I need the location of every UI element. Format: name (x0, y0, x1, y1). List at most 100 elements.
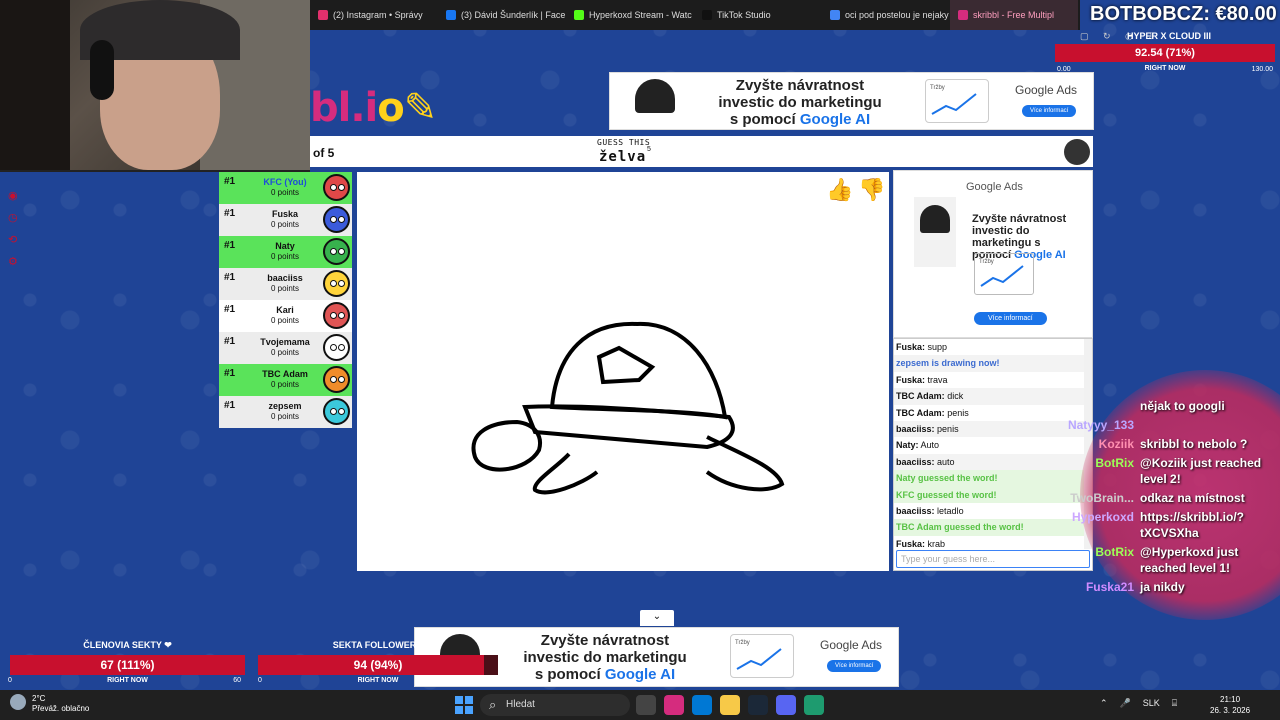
hyperx-goal: 92.54 (71%) 0.00 130.00 RIGHT NOW (1055, 30, 1275, 75)
donation-label: BOTBOBCZ: €80.00 (1090, 3, 1277, 25)
stream-chat-text: odkaz na místnost (1140, 491, 1245, 505)
player-name: Kari (276, 305, 294, 315)
stream-chat-user: Natyyy_133 (1067, 418, 1134, 432)
browser-tab[interactable]: (3) Dávid Šunderlík | Face (438, 0, 566, 30)
taskbar-app-icon[interactable] (804, 695, 824, 715)
chat-author: TBC Adam: (896, 407, 945, 418)
taskbar-app-icon[interactable] (748, 695, 768, 715)
avatar (323, 398, 350, 425)
network-icon[interactable]: ⌸ (1172, 698, 1177, 709)
svg-text:Tržby: Tržby (930, 85, 945, 91)
ad-banner-side[interactable]: Google Ads Zvyšte návratnost investic do… (893, 170, 1093, 338)
ad-banner-top[interactable]: Zvyšte návratnost investic do marketingu… (609, 72, 1094, 130)
tab-label: oci pod postelou je nejaky (845, 10, 949, 20)
player-row[interactable]: #1 Fuska 0 points (219, 204, 352, 236)
goal-label: ČLENOVIA SEKTY ❤ (83, 640, 172, 650)
guess-this-label: GUESS THIS (597, 138, 651, 147)
player-points: 0 points (270, 252, 300, 261)
player-rank: #1 (224, 176, 236, 187)
microphone-icon[interactable]: 🎤 (1120, 698, 1131, 709)
taskbar-app-icon[interactable] (636, 695, 656, 715)
stream-chat-text: ja nikdy (1140, 580, 1185, 594)
stream-chat-user: TwoBrain... (1070, 491, 1134, 505)
browser-tab[interactable]: oci pod postelou je nejaky (822, 0, 950, 30)
avatar (323, 238, 350, 265)
word-hint: želva (599, 149, 647, 165)
player-rank: #1 (224, 400, 236, 411)
chat-text: letadlo (937, 505, 964, 516)
hyperx-value: 92.54 (71%) (1135, 47, 1195, 59)
chevron-up-icon[interactable]: ⌃ (1100, 698, 1108, 709)
tab-label: (3) Dávid Šunderlík | Face (461, 10, 566, 20)
stream-chat-user: BotRix (1095, 545, 1134, 559)
webcam-door (0, 0, 70, 170)
windows-start-icon[interactable] (455, 696, 473, 714)
game-header: of 5 GUESS THIS želva 5 (310, 136, 1093, 167)
avatar (323, 174, 350, 201)
goal-right-now: RIGHT NOW (107, 677, 148, 684)
player-name: Fuska (271, 209, 298, 219)
stream-chat-user: BotRix (1095, 456, 1134, 470)
taskbar-app-icon[interactable] (720, 695, 740, 715)
stream-chat-line: Fuska21 ja nikdy (1060, 579, 1280, 595)
browser-tab[interactable]: (2) Instagram • Správy (310, 0, 438, 30)
side-icons: ◉ ◷ ⟲ ⚙ (8, 190, 18, 268)
chat-text: zepsem is drawing now! (896, 358, 1000, 369)
taskbar-clock[interactable]: 21:10 26. 3. 2026 (1210, 694, 1250, 716)
tab-favicon-icon (830, 10, 840, 20)
avatar (323, 302, 350, 329)
weather-widget[interactable]: 2°C Převáž. oblačno (10, 694, 89, 714)
tab-label: skribbl - Free Multipl (973, 10, 1055, 20)
ad-more-button[interactable]: Více informací (974, 312, 1047, 325)
player-name: KFC (You) (263, 177, 307, 187)
avatar (323, 270, 350, 297)
chat-author: Naty: (896, 440, 919, 451)
thumbs-up-icon[interactable]: 👍 (826, 177, 856, 205)
chat-author: TBC Adam: (896, 391, 945, 402)
player-points: 0 points (270, 316, 300, 325)
stream-chat-line: Koziik skribbl to nebolo ? (1060, 436, 1280, 452)
stream-chat-line: nějak to googli (1060, 398, 1280, 414)
drawing-canvas[interactable] (357, 172, 889, 571)
browser-tab-bar: (2) Instagram • Správy (3) Dávid Šunderlí… (310, 0, 1080, 30)
taskbar-app-icon[interactable] (776, 695, 796, 715)
player-row[interactable]: #1 KFC (You) 0 points (219, 172, 352, 204)
taskbar-search[interactable]: Hledat (480, 694, 630, 716)
stream-chat-text: @Hyperkoxd just reached level 1! (1140, 545, 1239, 575)
goal-members: ČLENOVIA SEKTY ❤ 67 (111%) 0 60 RIGHT NO… (8, 640, 245, 688)
player-row[interactable]: #1 baaciiss 0 points (219, 268, 352, 300)
tab-favicon-icon (958, 10, 968, 20)
player-row[interactable]: #1 Tvojemama 0 points (219, 332, 352, 364)
chevron-down-icon[interactable]: ⌄ (640, 610, 674, 626)
chat-author: Fuska: (896, 538, 926, 549)
chart-image: Tržby (925, 79, 989, 123)
ad-headline: Zvyšte návratnost investic do marketingu… (523, 632, 687, 683)
taskbar-app-icon[interactable] (692, 695, 712, 715)
player-points: 0 points (270, 380, 300, 389)
stream-chat-user: Koziik (1098, 437, 1134, 451)
goal-right-now: RIGHT NOW (357, 677, 399, 684)
stream-chat-text: nějak to googli (1140, 399, 1225, 413)
system-tray[interactable]: ⌃ 🎤 SLK ⌸ (1100, 698, 1177, 709)
player-row[interactable]: #1 zepsem 0 points (219, 396, 352, 428)
player-row[interactable]: #1 Kari 0 points (219, 300, 352, 332)
tab-label: TikTok Studio (717, 10, 771, 20)
browser-tab[interactable]: TikTok Studio (694, 0, 822, 30)
taskbar-app-icon[interactable] (664, 695, 684, 715)
player-rank: #1 (224, 368, 236, 379)
player-row[interactable]: #1 TBC Adam 0 points (219, 364, 352, 396)
ad-more-button[interactable]: Více informací (827, 660, 882, 672)
hyperx-right-now: RIGHT NOW (1144, 65, 1186, 72)
chat-message: zepsem is drawing now! (894, 355, 1092, 372)
chat-text: krab (927, 538, 946, 549)
thumbs-down-icon[interactable]: 👎 (858, 177, 888, 205)
ad-more-button[interactable]: Více informací (1022, 105, 1077, 117)
settings-gear-icon[interactable] (1064, 139, 1090, 165)
word-length: 5 (647, 146, 651, 153)
browser-tab[interactable]: skribbl - Free Multipl (950, 0, 1078, 30)
browser-tab[interactable]: Hyperkoxd Stream - Watc (566, 0, 694, 30)
chat-message: Fuska: trava (894, 372, 1092, 388)
player-row[interactable]: #1 Naty 0 points (219, 236, 352, 268)
language-indicator[interactable]: SLK (1143, 698, 1160, 709)
player-rank: #1 (224, 208, 236, 219)
